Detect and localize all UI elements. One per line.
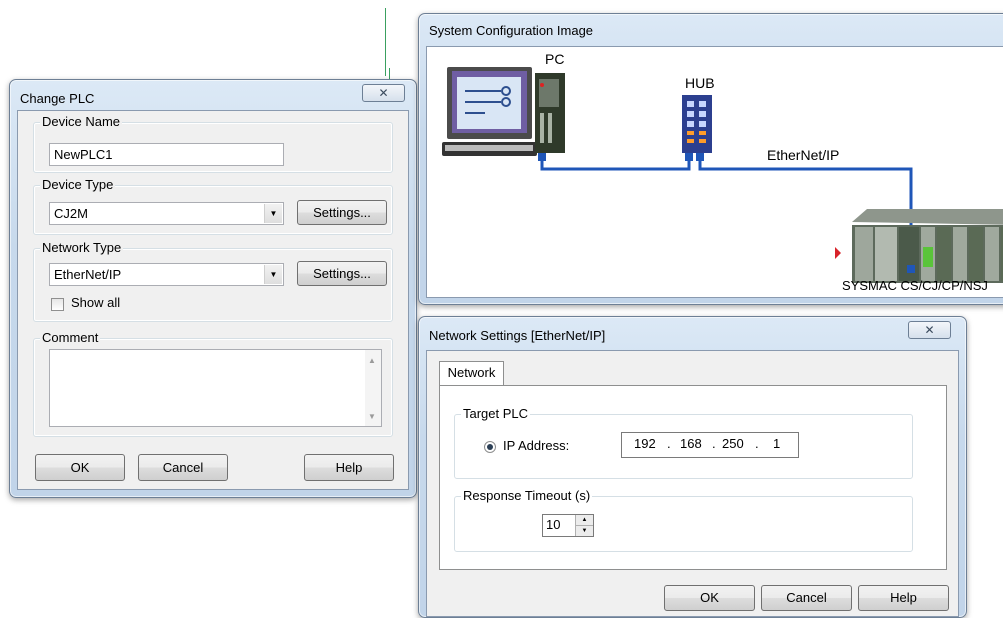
network-type-value: EtherNet/IP xyxy=(54,267,122,282)
device-type-value: CJ2M xyxy=(54,206,88,221)
response-timeout-value[interactable]: 10 xyxy=(546,517,560,532)
scrollbar[interactable]: ▲ ▼ xyxy=(365,350,381,426)
system-configuration-window: System Configuration Image PC HUB EtherN… xyxy=(418,13,1003,305)
button-label: Help xyxy=(335,460,363,475)
device-name-field[interactable]: NewPLC1 xyxy=(49,143,284,166)
cancel-button[interactable]: Cancel xyxy=(138,454,228,481)
ip-dot: . xyxy=(667,436,671,451)
target-plc-group: Target PLC IP Address: 192 . 168 . 250 .… xyxy=(454,406,913,479)
device-type-settings-button[interactable]: Settings... xyxy=(297,200,387,225)
tab-panel: Target PLC IP Address: 192 . 168 . 250 .… xyxy=(439,385,947,570)
background-divider xyxy=(385,8,386,76)
help-button[interactable]: Help xyxy=(858,585,949,611)
cancel-button[interactable]: Cancel xyxy=(761,585,852,611)
response-timeout-stepper[interactable]: 10 ▲ ▼ xyxy=(542,514,594,537)
network-type-select[interactable]: EtherNet/IP ▼ xyxy=(49,263,284,286)
network-type-group: Network Type EtherNet/IP ▼ Settings... S… xyxy=(33,240,393,322)
comment-textarea[interactable] xyxy=(49,349,382,427)
chevron-down-icon[interactable]: ▼ xyxy=(264,204,282,223)
dialog-title: Change PLC xyxy=(20,91,95,106)
network-type-label: Network Type xyxy=(40,240,124,255)
show-all-label: Show all xyxy=(71,295,121,310)
network-type-settings-button[interactable]: Settings... xyxy=(297,261,387,286)
ip-octet-4[interactable]: 1 xyxy=(773,436,780,451)
button-label: Help xyxy=(890,590,917,605)
plc-label: SYSMAC CS/CJ/CP/NSJ xyxy=(842,278,988,293)
close-button[interactable]: ✕ xyxy=(362,84,405,102)
plc-rack-icon xyxy=(835,209,1003,283)
button-label: Cancel xyxy=(786,590,827,605)
comment-group: Comment ▲ ▼ xyxy=(33,330,393,437)
network-settings-dialog: Network Settings [EtherNet/IP] ✕ Network… xyxy=(418,316,967,618)
dialog-title: Network Settings [EtherNet/IP] xyxy=(429,328,606,343)
ip-octet-1[interactable]: 192 xyxy=(634,436,656,451)
button-label: Settings... xyxy=(313,205,371,220)
button-label: OK xyxy=(700,590,719,605)
device-type-group: Device Type CJ2M ▼ Settings... xyxy=(33,177,393,235)
ip-address-label: IP Address: xyxy=(503,438,570,453)
window-title: System Configuration Image xyxy=(429,23,594,38)
pc-tower-icon xyxy=(535,73,565,153)
tab-label: Network xyxy=(447,365,496,380)
stepper-down-icon[interactable]: ▼ xyxy=(575,526,593,536)
close-button[interactable]: ✕ xyxy=(908,321,951,339)
ip-address-field[interactable]: 192 . 168 . 250 . 1 xyxy=(621,432,799,458)
change-plc-dialog: Change PLC ✕ Device Name NewPLC1 Device … xyxy=(9,79,417,498)
scroll-down-icon[interactable]: ▼ xyxy=(368,412,376,421)
ok-button[interactable]: OK xyxy=(664,585,755,611)
button-label: Settings... xyxy=(313,266,371,281)
response-timeout-label: Response Timeout (s) xyxy=(461,488,593,503)
pc-label: PC xyxy=(545,51,565,67)
pc-monitor-icon xyxy=(442,67,537,156)
hub-icon xyxy=(682,95,712,153)
dialog-body: Device Name NewPLC1 Device Type CJ2M ▼ S… xyxy=(17,110,409,490)
ip-address-radio[interactable] xyxy=(484,441,496,453)
network-label: EtherNet/IP xyxy=(767,147,840,163)
comment-label: Comment xyxy=(40,330,101,345)
device-type-select[interactable]: CJ2M ▼ xyxy=(49,202,284,225)
show-all-checkbox[interactable] xyxy=(51,298,64,311)
target-plc-label: Target PLC xyxy=(461,406,531,421)
response-timeout-group: Response Timeout (s) 10 ▲ ▼ xyxy=(454,488,913,552)
button-label: Cancel xyxy=(162,460,204,475)
diagram-canvas: PC HUB EtherNet/IP SYSMAC CS/CJ/CP/NSJ xyxy=(426,46,1003,298)
close-icon: ✕ xyxy=(378,86,389,100)
device-name-group: Device Name NewPLC1 xyxy=(33,114,393,173)
device-type-label: Device Type xyxy=(40,177,116,192)
chevron-down-icon[interactable]: ▼ xyxy=(264,265,282,284)
button-label: OK xyxy=(70,460,90,475)
ip-dot: . xyxy=(755,436,759,451)
ip-octet-2[interactable]: 168 xyxy=(680,436,702,451)
dialog-body: Network Target PLC IP Address: 192 . 168… xyxy=(426,350,959,617)
device-name-label: Device Name xyxy=(40,114,123,129)
help-button[interactable]: Help xyxy=(304,454,394,481)
ip-octet-3[interactable]: 250 xyxy=(722,436,744,451)
scroll-up-icon[interactable]: ▲ xyxy=(368,356,376,365)
hub-label: HUB xyxy=(685,75,715,91)
stepper-up-icon[interactable]: ▲ xyxy=(575,515,593,526)
close-icon: ✕ xyxy=(924,323,935,337)
system-diagram xyxy=(442,67,1003,283)
ip-dot: . xyxy=(712,436,716,451)
ok-button[interactable]: OK xyxy=(35,454,125,481)
tab-network[interactable]: Network xyxy=(439,361,504,386)
